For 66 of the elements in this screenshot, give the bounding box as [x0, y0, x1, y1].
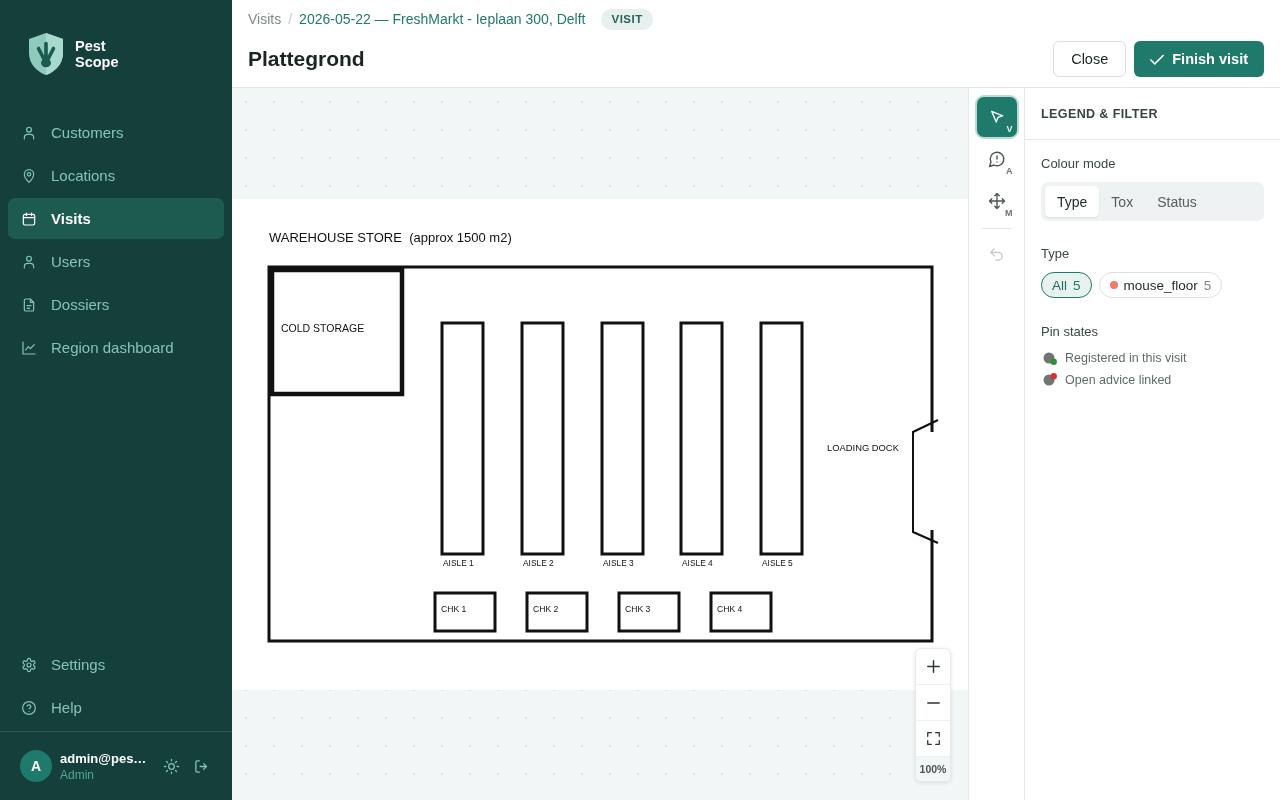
- sidebar-nav-item[interactable]: Users: [8, 241, 224, 282]
- aisle-label: AISLE 4: [682, 558, 713, 568]
- aisle-label: AISLE 5: [762, 558, 793, 568]
- sidebar-nav-item[interactable]: Help: [8, 687, 224, 728]
- shield-logo-icon: [28, 32, 64, 76]
- aisle-label: AISLE 2: [523, 558, 554, 568]
- section-label: Colour mode: [1041, 156, 1116, 172]
- speech-bubble-alert-icon: [987, 150, 1006, 168]
- breadcrumb-separator: /: [288, 11, 293, 27]
- room-label: LOADING DOCK: [827, 442, 899, 453]
- checkout-label: CHK 3: [625, 604, 651, 614]
- pin-state-icon: [1043, 351, 1057, 365]
- sun-icon: [162, 757, 180, 775]
- checkout-label: CHK 2: [533, 604, 559, 614]
- checkout-label: CHK 1: [441, 604, 467, 614]
- move-tool-button[interactable]: M: [976, 181, 1017, 221]
- sidebar-nav-item[interactable]: Settings: [8, 644, 224, 685]
- user-email: admin@pes…: [60, 750, 147, 766]
- panel-title: LEGEND & FILTER: [1041, 106, 1158, 121]
- zoom-level-text: 100%: [916, 757, 950, 781]
- line-chart-icon: [21, 339, 37, 356]
- finish-visit-button[interactable]: Finish visit: [1134, 41, 1264, 77]
- undo-icon: [988, 245, 1005, 263]
- document-icon: [21, 296, 37, 313]
- floor-plan-title: WAREHOUSE STORE (approx 1500 m2): [269, 230, 512, 245]
- section-label: Pin states: [1041, 324, 1099, 340]
- pin-state-label: Open advice linked: [1065, 373, 1172, 387]
- breadcrumb-link[interactable]: Visits: [248, 11, 282, 27]
- room-label: COLD STORAGE: [281, 322, 365, 334]
- checkout-label: CHK 4: [717, 604, 743, 614]
- help-icon: [21, 699, 37, 716]
- filter-chip[interactable]: mouse_floor 5: [1098, 272, 1223, 298]
- fit-corners-icon: [926, 732, 940, 745]
- logout-icon: [192, 757, 210, 775]
- sidebar-nav-item[interactable]: Visits: [8, 198, 224, 239]
- pin-state-label: Registered in this visit: [1065, 351, 1187, 365]
- move-arrows-icon: [987, 192, 1006, 210]
- settings-icon: [21, 656, 37, 673]
- annotate-tool-button[interactable]: A: [976, 139, 1017, 179]
- check-icon: [1150, 53, 1165, 65]
- minus-icon: [926, 701, 940, 704]
- select-tool-button[interactable]: V: [976, 97, 1017, 137]
- sidebar-nav-item[interactable]: Region dashboard: [8, 327, 224, 368]
- person-icon: [21, 253, 37, 270]
- plus-icon: [926, 660, 940, 673]
- colour-mode-option[interactable]: Status: [1145, 186, 1209, 217]
- page-title: Plattegrond: [248, 47, 365, 71]
- user-role: Admin: [60, 767, 94, 782]
- sidebar-nav-item[interactable]: Locations: [8, 155, 224, 196]
- aisle-label: AISLE 3: [603, 558, 634, 568]
- person-icon: [21, 124, 37, 141]
- avatar: A: [20, 750, 52, 782]
- brand-name: Pest Scope: [75, 38, 119, 70]
- visit-badge: VISIT: [601, 8, 653, 30]
- colour-mode-option[interactable]: Type: [1045, 186, 1100, 217]
- sidebar-nav-item[interactable]: Dossiers: [8, 284, 224, 325]
- pin-state-icon: [1043, 373, 1057, 387]
- filter-chip[interactable]: All 5: [1041, 272, 1092, 298]
- colour-mode-option[interactable]: Tox: [1099, 186, 1146, 217]
- close-button[interactable]: Close: [1053, 41, 1127, 77]
- map-pin-icon: [21, 167, 37, 184]
- section-label: Type: [1041, 246, 1070, 262]
- sidebar-nav-item[interactable]: Customers: [8, 112, 224, 153]
- aisle-label: AISLE 1: [443, 558, 474, 568]
- calendar-icon: [21, 210, 37, 227]
- breadcrumb-link[interactable]: 2026-05-22 — FreshMarkt - Ieplaan 300, Delft: [299, 11, 586, 27]
